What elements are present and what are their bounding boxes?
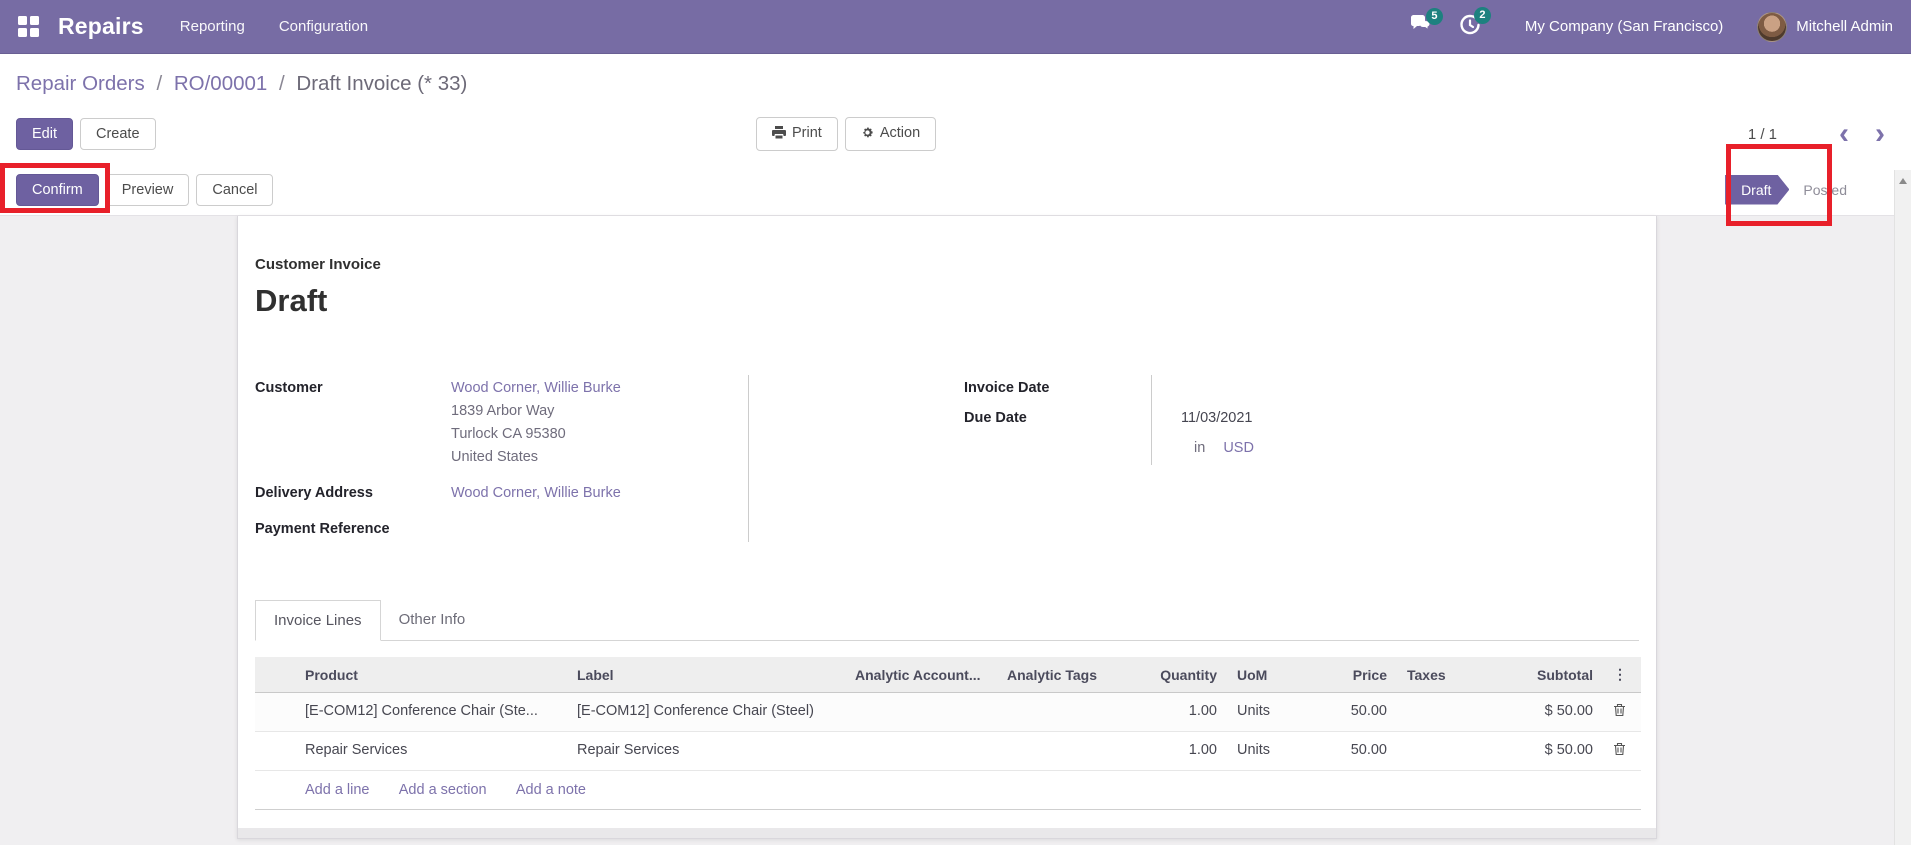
notebook-tabs: Invoice Lines Other Info (255, 600, 1639, 641)
col-subtotal[interactable]: Subtotal (1463, 657, 1603, 693)
activities-button[interactable]: 2 (1459, 6, 1491, 40)
tab-other-info[interactable]: Other Info (381, 600, 484, 640)
table-row[interactable]: Repair Services Repair Services 1.00 Uni… (255, 731, 1641, 771)
pager-count: 1 / 1 (1747, 125, 1777, 143)
col-price[interactable]: Price (1299, 657, 1397, 693)
address-line-3: United States (451, 449, 539, 465)
vertical-scrollbar[interactable] (1894, 170, 1911, 845)
cancel-button[interactable]: Cancel (196, 173, 274, 206)
add-a-section-link[interactable]: Add a section (399, 782, 487, 798)
dates-group: Invoice Date Due Date 11/03/2021 in USD (964, 375, 1413, 542)
activities-badge: 2 (1473, 6, 1491, 24)
delete-line-icon[interactable] (1613, 742, 1626, 760)
user-name: Mitchell Admin (1796, 18, 1893, 35)
col-taxes[interactable]: Taxes (1397, 657, 1463, 693)
col-quantity[interactable]: Quantity (1115, 657, 1227, 693)
delete-line-icon[interactable] (1613, 703, 1626, 721)
scroll-up-arrow-icon[interactable] (1895, 173, 1911, 189)
add-a-note-link[interactable]: Add a note (516, 782, 586, 798)
pager-next-icon[interactable]: › (1875, 119, 1885, 149)
invoice-date-label: Invoice Date (964, 380, 1050, 396)
col-uom[interactable]: UoM (1227, 657, 1299, 693)
top-navbar: Repairs Reporting Configuration 5 2 My C… (0, 0, 1911, 54)
gear-icon (861, 126, 874, 143)
col-label[interactable]: Label (567, 657, 845, 693)
breadcrumb-ro-00001[interactable]: RO/00001 (174, 72, 267, 95)
form-view: Customer Invoice Draft Customer Wood Cor… (0, 216, 1911, 839)
col-product[interactable]: Product (295, 657, 567, 693)
breadcrumb: Repair Orders / RO/00001 / Draft Invoice… (16, 72, 1895, 96)
customer-label: Customer (255, 380, 323, 396)
pager-previous-icon[interactable]: ‹ (1839, 119, 1849, 149)
status-bar: Confirm Preview Cancel Draft Posted (0, 164, 1911, 216)
address-line-2: Turlock CA 95380 (451, 426, 566, 442)
invoice-type-label: Customer Invoice (255, 256, 381, 273)
due-date-value: 11/03/2021 (1151, 405, 1413, 435)
breadcrumb-bar: Repair Orders / RO/00001 / Draft Invoice… (0, 54, 1911, 104)
invoice-sheet: Customer Invoice Draft Customer Wood Cor… (237, 216, 1657, 839)
optional-columns-icon[interactable]: ⋮ (1603, 657, 1641, 693)
table-header-row: Product Label Analytic Account... Analyt… (255, 657, 1641, 693)
payment-reference-value (451, 516, 748, 542)
add-a-line-link[interactable]: Add a line (305, 782, 370, 798)
print-button[interactable]: Print (756, 117, 838, 151)
menu-reporting[interactable]: Reporting (180, 18, 245, 35)
apps-menu-icon[interactable] (18, 15, 40, 38)
col-analytic-tags[interactable]: Analytic Tags (997, 657, 1115, 693)
chat-bubbles-icon (1409, 14, 1433, 39)
action-button[interactable]: Action (844, 117, 937, 151)
tab-invoice-lines[interactable]: Invoice Lines (255, 600, 381, 641)
handle-column-header (255, 657, 295, 693)
customer-link[interactable]: Wood Corner, Willie Burke (451, 380, 621, 396)
invoice-state-title: Draft (255, 283, 328, 318)
customer-group: Customer Wood Corner, Willie Burke 1839 … (255, 375, 749, 542)
edit-button[interactable]: Edit (16, 118, 73, 150)
breadcrumb-repair-orders[interactable]: Repair Orders (16, 72, 145, 95)
state-draft[interactable]: Draft (1725, 175, 1789, 205)
col-analytic-account[interactable]: Analytic Account... (845, 657, 997, 693)
menu-configuration[interactable]: Configuration (279, 18, 368, 35)
company-switcher[interactable]: My Company (San Francisco) (1525, 18, 1723, 35)
user-menu[interactable]: Mitchell Admin (1757, 11, 1893, 42)
avatar (1757, 11, 1788, 42)
breadcrumb-separator: / (156, 72, 163, 95)
state-posted[interactable]: Posted (1803, 182, 1847, 198)
payment-reference-label: Payment Reference (255, 521, 390, 537)
currency-prefix: in (1194, 440, 1206, 456)
app-name[interactable]: Repairs (58, 13, 144, 40)
table-footer-row: Add a line Add a section Add a note (255, 770, 1641, 810)
breadcrumb-separator: / (279, 72, 285, 95)
invoice-lines-table: Product Label Analytic Account... Analyt… (255, 657, 1641, 810)
invoice-date-value (1151, 375, 1413, 405)
messages-button[interactable]: 5 (1409, 7, 1443, 39)
breadcrumb-current: Draft Invoice (* 33) (296, 72, 468, 95)
table-row[interactable]: [E-COM12] Conference Chair (Ste... [E-CO… (255, 692, 1641, 732)
currency-link[interactable]: USD (1223, 440, 1254, 456)
address-line-1: 1839 Arbor Way (451, 403, 555, 419)
control-row: Edit Create Print Action 1 / 1 ‹ › (0, 104, 1911, 164)
due-date-label: Due Date (964, 410, 1027, 426)
delivery-address-label: Delivery Address (255, 485, 373, 501)
next-section-strip (238, 828, 1656, 838)
printer-icon (772, 126, 786, 143)
preview-button[interactable]: Preview (105, 173, 190, 206)
messages-badge: 5 (1425, 7, 1443, 25)
delivery-address-link[interactable]: Wood Corner, Willie Burke (451, 485, 621, 501)
confirm-button[interactable]: Confirm (16, 173, 99, 206)
activity-clock-icon (1459, 14, 1481, 40)
create-button[interactable]: Create (80, 118, 156, 150)
